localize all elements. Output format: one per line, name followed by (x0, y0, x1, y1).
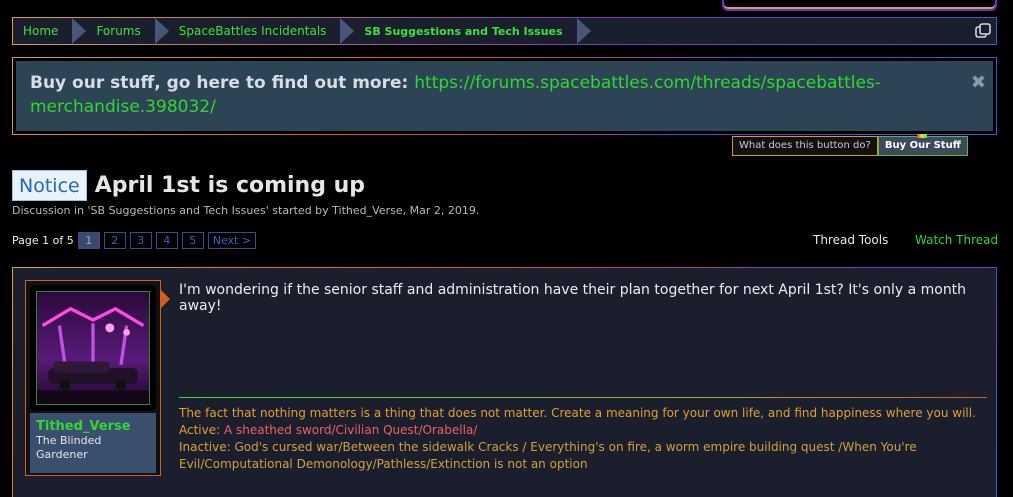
breadcrumb-forums[interactable]: Forums (84, 18, 170, 44)
signature-quote: The fact that nothing matters is a thing… (179, 406, 976, 420)
close-icon[interactable]: ✖ (971, 72, 986, 93)
breadcrumb-home[interactable]: Home (13, 18, 87, 44)
signature-active: Active: A sheathed sword/Civilian Quest/… (179, 422, 987, 439)
top-panel-edge (722, 0, 997, 11)
signature-divider (179, 397, 987, 398)
thread-prefix-badge[interactable]: Notice (12, 170, 87, 201)
notice-buttons: What does this button do? Buy Our Stuff (732, 134, 968, 156)
user-info: Tithed_Verse The Blinded Gardener (30, 413, 156, 473)
breadcrumb-home-label: Home (23, 24, 59, 38)
signature-inactive: Inactive: God's cursed war/Between the s… (179, 439, 987, 473)
thread-tools-menu[interactable]: Thread Tools (813, 233, 888, 247)
signature-active-label: Active: (179, 423, 224, 437)
notice-content: Buy our stuff, go here to find out more:… (16, 61, 993, 131)
signature-inactive-label: Inactive: (179, 440, 235, 454)
avatar[interactable] (30, 285, 156, 411)
page-button-2[interactable]: 2 (103, 232, 126, 249)
thread-title: April 1st is coming up (94, 173, 366, 198)
page-button-4[interactable]: 4 (155, 232, 178, 249)
breadcrumb: Home Forums SpaceBattles Incidentals SB … (12, 17, 997, 45)
breadcrumb-incidentals[interactable]: SpaceBattles Incidentals (167, 18, 355, 44)
page-button-3[interactable]: 3 (129, 232, 152, 249)
watch-thread-link[interactable]: Watch Thread (915, 233, 998, 247)
what-does-this-button-do-button[interactable]: What does this button do? (732, 136, 878, 156)
breadcrumb-sb-suggestions-label: SB Suggestions and Tech Issues (364, 24, 563, 38)
breadcrumb-sb-suggestions[interactable]: SB Suggestions and Tech Issues (352, 18, 591, 44)
notice-text: Buy our stuff, go here to find out more: (30, 73, 415, 93)
user-card: Tithed_Verse The Blinded Gardener (25, 280, 161, 476)
page-button-5[interactable]: 5 (181, 232, 204, 249)
buy-our-stuff-button[interactable]: Buy Our Stuff (877, 134, 968, 156)
breadcrumb-incidentals-label: SpaceBattles Incidentals (178, 24, 327, 38)
notice-banner: Buy our stuff, go here to find out more:… (12, 57, 997, 135)
next-page-button[interactable]: Next > (207, 232, 257, 249)
thread-byline: Discussion in 'SB Suggestions and Tech I… (12, 204, 480, 217)
thread-title-row: Notice April 1st is coming up (12, 170, 365, 201)
post-message: Tithed_Verse The Blinded Gardener I'm wo… (12, 267, 997, 497)
signature-inactive-links[interactable]: God's cursed war/Between the sidewalk Cr… (179, 440, 917, 471)
user-title: The Blinded Gardener (36, 434, 102, 461)
username[interactable]: Tithed_Verse (36, 419, 150, 434)
post-arrow (161, 290, 170, 308)
signature-active-links[interactable]: A sheathed sword/Civilian Quest/Orabella… (224, 423, 477, 437)
popout-icon[interactable] (975, 23, 991, 39)
page-label: Page 1 of 5 (12, 234, 74, 247)
breadcrumb-forums-label: Forums (96, 24, 141, 38)
avatar-image (36, 291, 150, 405)
pagination: Page 1 of 5 1 2 3 4 5 Next > (12, 232, 257, 249)
page-button-1[interactable]: 1 (77, 232, 100, 249)
signature: The fact that nothing matters is a thing… (179, 405, 987, 473)
post-body: I'm wondering if the senior staff and ad… (179, 282, 967, 314)
